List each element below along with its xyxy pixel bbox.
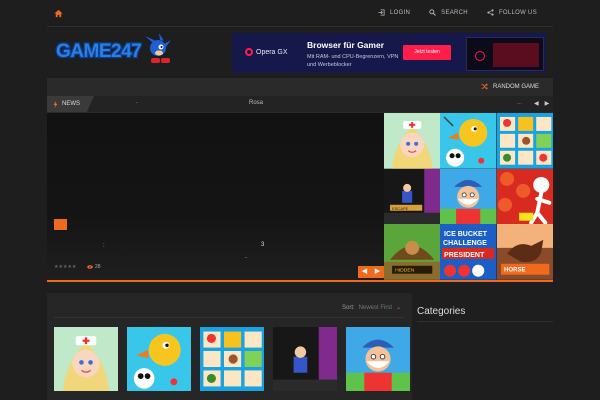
random-game-button[interactable]: RANDOM GAME [481,83,539,90]
nurse-game-art [384,113,441,169]
chevron-down-icon: ⌄ [396,305,402,311]
slider-prev-icon[interactable]: ◀ [358,266,371,278]
follow-us-link[interactable]: FOLLOW US [487,9,537,16]
featured-divider [47,280,553,282]
news-nav: ◀ ▶ [534,100,549,107]
svg-text:CHALLENGE: CHALLENGE [443,240,487,247]
random-game-label: RANDOM GAME [492,83,539,90]
top-bar: LOGIN SEARCH FOLLOW US [47,0,553,27]
eye-icon [87,265,93,269]
hidden-objects-art: HIDDEN [384,224,441,280]
ad-screen-panel [493,43,539,67]
mario-memory-art [496,113,553,169]
game-tile-horse[interactable]: HORSE [496,224,553,280]
game-tile-stickman[interactable] [496,168,553,225]
top-links: LOGIN SEARCH FOLLOW US [378,9,537,16]
slider-thumbnail[interactable] [54,219,67,230]
ad-brand: Opera GX [245,48,288,56]
search-icon [429,9,436,16]
game-tile-mario-memory[interactable] [496,113,553,169]
game-card-grandpa[interactable] [346,327,410,391]
news-separator: - [136,100,138,106]
game-card-nurse[interactable] [54,327,118,391]
stickman-game-art [496,168,553,225]
sort-select-value: Newest First [358,304,393,311]
featured-game-grid: ESCAPE HIDDEN ICE BUCKET CHALLENGE PRESI… [384,113,553,280]
mascot-icon [145,34,171,63]
gauge-icon [475,51,485,61]
news-label-text: NEWS [62,101,80,107]
sort-divider [54,317,404,318]
mario-memory-art [200,327,264,391]
slider-next-icon[interactable]: ▶ [371,266,384,278]
ad-headline: Browser für Gamer [307,40,384,50]
nurse-game-art [54,327,118,391]
home-icon[interactable] [54,9,63,18]
ad-cta-button[interactable]: Jetzt testen [403,45,451,60]
ice-bucket-art: ICE BUCKET CHALLENGE PRESIDENT [440,224,497,280]
login-label: LOGIN [389,9,411,16]
svg-text:HIDDEN: HIDDEN [395,268,415,274]
svg-text:ICE BUCKET: ICE BUCKET [444,231,488,238]
game-tile-ice-bucket[interactable]: ICE BUCKET CHALLENGE PRESIDENT [440,224,497,280]
game-card-escape[interactable] [273,327,337,391]
game-tile-escape[interactable]: ESCAPE [384,168,441,225]
slider-number: 3 [261,242,265,248]
news-label: NEWS [47,96,94,112]
slider-nav: ◀ ▶ [358,266,384,278]
share-icon [487,9,494,16]
news-ellipsis: ... [517,100,523,106]
games-list-panel: Sort: Newest First ⌄ [47,293,412,400]
opera-logo-icon [245,48,253,56]
svg-text:PRESIDENT: PRESIDENT [444,252,485,259]
grandpa-game-art [346,327,410,391]
grandpa-game-art [440,168,497,225]
escape-game-art [273,327,337,391]
featured-section: RANDOM GAME NEWS - Rosa ... ◀ ▶ : 3 - ★★… [47,78,553,282]
ad-brand-label: Opera GX [256,48,288,56]
advertisement-banner[interactable]: Opera GX Browser für Gamer Mit RAM- und … [232,33,546,73]
follow-us-label: FOLLOW US [498,9,537,16]
game-card-duck[interactable] [127,327,191,391]
categories-divider [417,321,553,322]
categories-heading: Categories [417,306,466,317]
game-tile-grandpa[interactable] [440,168,497,225]
game-tile-nurse[interactable] [384,113,441,169]
search-link[interactable]: SEARCH [429,9,468,16]
horse-game-art: HORSE [496,224,553,280]
ad-subtext: Mit RAM- und CPU-Begrenzern, VPN und Wer… [307,54,399,68]
site-logo[interactable]: GAME247 [55,34,175,66]
news-ticker: NEWS - Rosa ... ◀ ▶ [47,96,553,112]
slider-meta-colon: : [103,243,105,249]
ad-device-image [466,37,544,71]
login-icon [378,9,385,16]
featured-slider[interactable]: : 3 - ★★★★★ 28 ◀ ▶ [47,113,384,280]
slider-meta-dash: - [245,255,247,261]
sort-control: Sort: Newest First ⌄ [342,304,402,312]
game-tile-hidden-objects[interactable]: HIDDEN [384,224,441,280]
games-grid [54,327,410,391]
search-label: SEARCH [441,9,468,16]
sort-select[interactable]: Newest First ⌄ [358,304,402,312]
game-tile-duck[interactable] [440,113,497,169]
svg-text:GAME247: GAME247 [56,41,141,62]
view-count: 28 [87,264,101,270]
rating-stars: ★★★★★ [54,264,77,270]
svg-text:ESCAPE: ESCAPE [392,205,409,210]
escape-game-art: ESCAPE [384,168,441,225]
view-count-value: 28 [95,264,101,270]
bolt-icon [53,100,58,108]
sort-label: Sort: [342,304,355,311]
shuffle-icon [481,83,488,90]
news-next-icon[interactable]: ▶ [545,100,550,107]
duck-game-art [127,327,191,391]
game-card-mario-memory[interactable] [200,327,264,391]
duck-game-art [440,113,497,169]
news-prev-icon[interactable]: ◀ [534,100,539,107]
news-headline[interactable]: Rosa [249,100,263,106]
login-link[interactable]: LOGIN [378,9,410,16]
svg-text:HORSE: HORSE [504,268,525,274]
